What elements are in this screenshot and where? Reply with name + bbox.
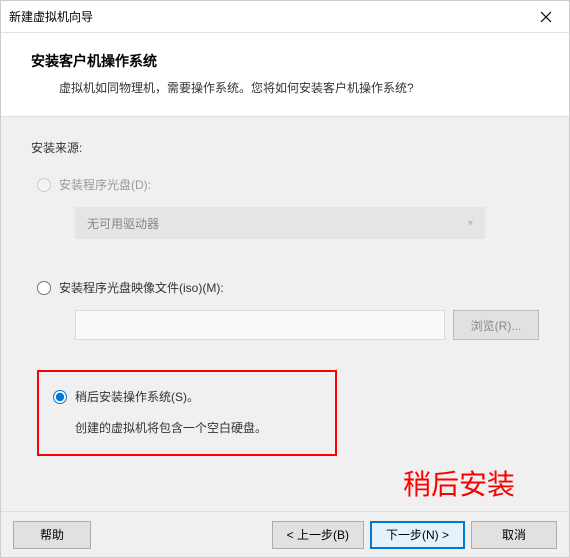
back-button[interactable]: < 上一步(B) [272, 521, 364, 549]
option-iso: 安装程序光盘映像文件(iso)(M): [37, 279, 539, 296]
help-button[interactable]: 帮助 [13, 521, 91, 549]
radio-disc-label: 安装程序光盘(D): [59, 176, 151, 193]
disc-select-value: 无可用驱动器 [87, 215, 159, 232]
disc-select: 无可用驱动器 ▾ [75, 207, 485, 239]
browse-button[interactable]: 浏览(R)... [453, 310, 539, 340]
radio-disc[interactable] [37, 178, 51, 192]
header: 安装客户机操作系统 虚拟机如同物理机，需要操作系统。您将如何安装客户机操作系统? [1, 33, 569, 117]
iso-row: 浏览(R)... [75, 310, 539, 340]
option-later: 稍后安装操作系统(S)。 [53, 388, 321, 405]
iso-path-input[interactable] [75, 310, 445, 340]
footer: 帮助 < 上一步(B) 下一步(N) > 取消 [1, 511, 569, 557]
radio-later-label: 稍后安装操作系统(S)。 [75, 388, 199, 405]
content-area: 安装来源: 安装程序光盘(D): 无可用驱动器 ▾ 安装程序光盘映像文件(iso… [1, 117, 569, 511]
source-label: 安装来源: [31, 139, 539, 156]
cancel-button[interactable]: 取消 [471, 521, 557, 549]
radio-iso-label: 安装程序光盘映像文件(iso)(M): [59, 279, 224, 296]
titlebar: 新建虚拟机向导 [1, 1, 569, 33]
close-button[interactable] [523, 1, 569, 33]
later-description: 创建的虚拟机将包含一个空白硬盘。 [75, 419, 321, 436]
window-title: 新建虚拟机向导 [9, 8, 523, 25]
annotation-text: 稍后安装 [403, 463, 515, 503]
next-button[interactable]: 下一步(N) > [370, 521, 465, 549]
radio-iso[interactable] [37, 281, 51, 295]
header-description: 虚拟机如同物理机，需要操作系统。您将如何安装客户机操作系统? [59, 79, 539, 96]
radio-later[interactable] [53, 390, 67, 404]
option-disc: 安装程序光盘(D): [37, 176, 539, 193]
header-title: 安装客户机操作系统 [31, 51, 539, 71]
highlight-box: 稍后安装操作系统(S)。 创建的虚拟机将包含一个空白硬盘。 [37, 370, 337, 456]
close-icon [540, 11, 552, 23]
chevron-down-icon: ▾ [468, 218, 473, 229]
radio-group: 安装程序光盘(D): 无可用驱动器 ▾ 安装程序光盘映像文件(iso)(M): … [37, 176, 539, 456]
wizard-window: 新建虚拟机向导 安装客户机操作系统 虚拟机如同物理机，需要操作系统。您将如何安装… [0, 0, 570, 558]
